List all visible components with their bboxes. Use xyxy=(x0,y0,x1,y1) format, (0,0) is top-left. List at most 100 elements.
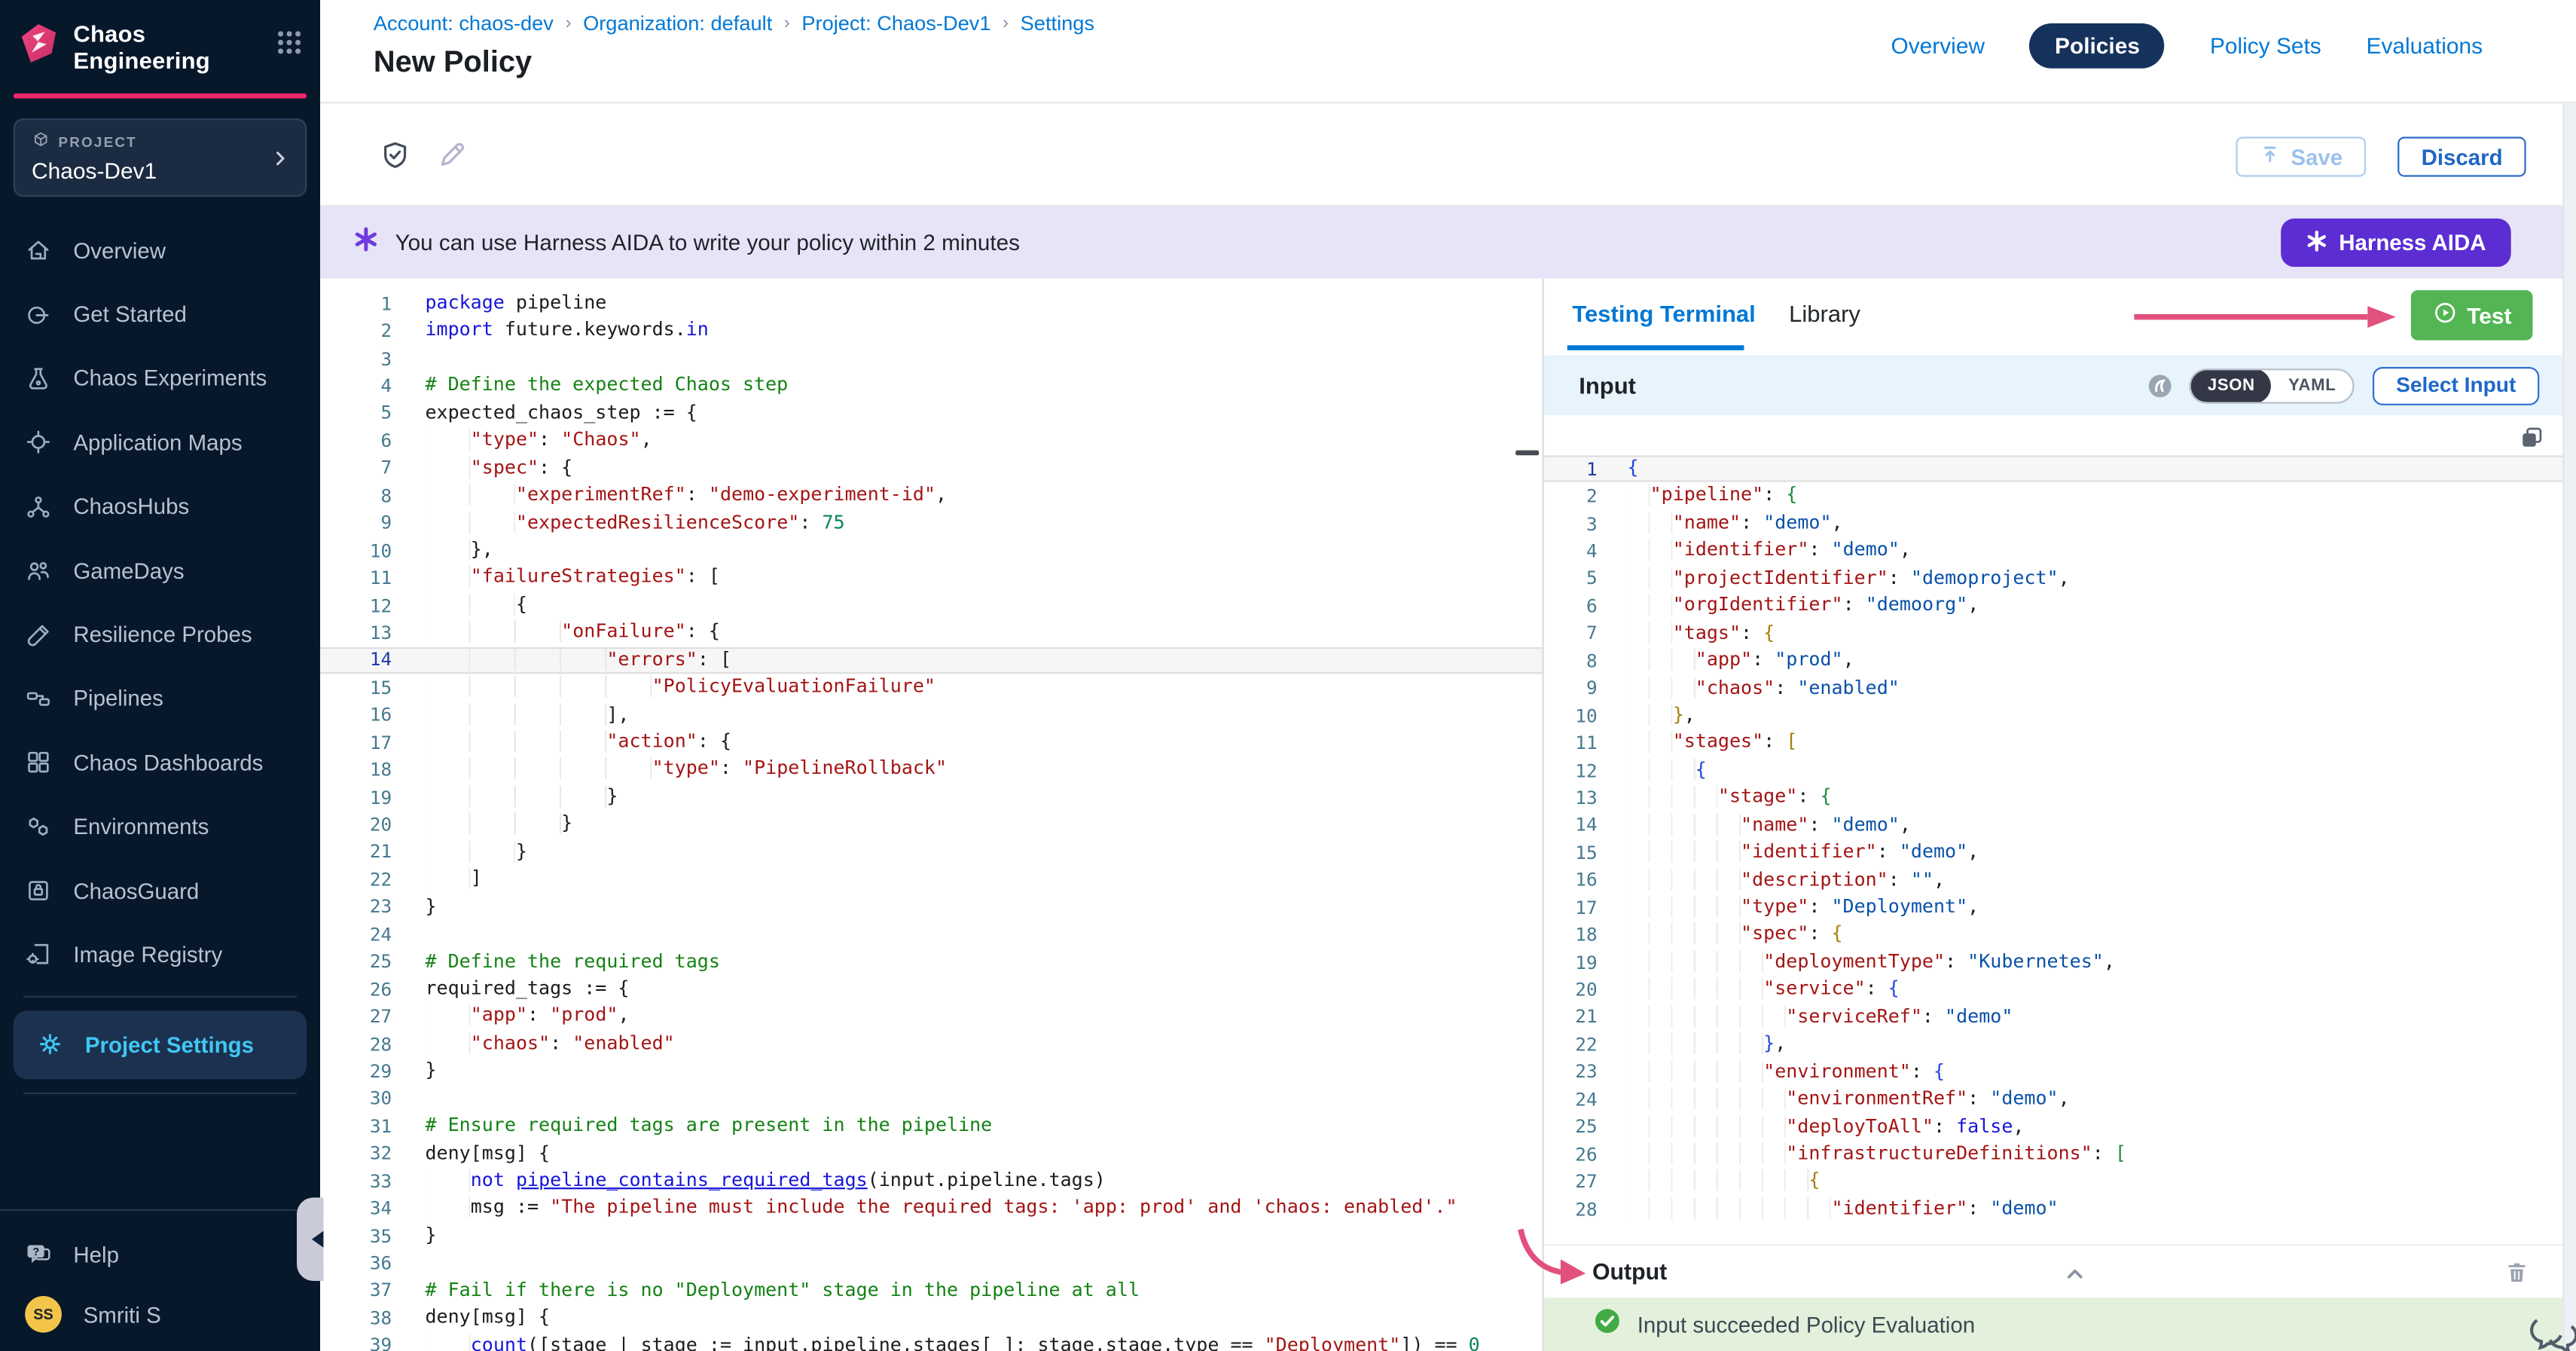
code-line[interactable]: 24 "environmentRef": "demo", xyxy=(1544,1086,2563,1113)
code-line[interactable]: 18 "type": "PipelineRollback" xyxy=(320,756,1543,784)
code-line[interactable]: 5 "projectIdentifier": "demoproject", xyxy=(1544,565,2563,592)
code-line[interactable]: 29} xyxy=(320,1058,1543,1085)
sidebar-item-project-settings[interactable]: Project Settings xyxy=(14,1010,307,1079)
code-line[interactable]: 22 ] xyxy=(320,866,1543,893)
code-line[interactable]: 21 "serviceRef": "demo" xyxy=(1544,1004,2563,1031)
code-line[interactable]: 11 "stages": [ xyxy=(1544,729,2563,756)
code-line[interactable]: 35} xyxy=(320,1222,1543,1249)
code-line[interactable]: 32deny[msg] { xyxy=(320,1140,1543,1167)
tab-testing-terminal[interactable]: Testing Terminal xyxy=(1572,300,1755,326)
breadcrumb-item[interactable]: Settings xyxy=(1021,11,1094,35)
policy-code-editor[interactable]: 1package pipeline2import future.keywords… xyxy=(320,279,1543,1351)
code-line[interactable]: 25 "deployToAll": false, xyxy=(1544,1114,2563,1141)
code-line[interactable]: 10 }, xyxy=(1544,702,2563,729)
code-line[interactable]: 20 } xyxy=(320,811,1543,838)
code-line[interactable]: 20 "service": { xyxy=(1544,977,2563,1004)
code-line[interactable]: 12 { xyxy=(1544,757,2563,784)
code-line[interactable]: 36 xyxy=(320,1250,1543,1277)
code-line[interactable]: 6 "orgIdentifier": "demoorg", xyxy=(1544,592,2563,619)
sidebar-collapse-button[interactable] xyxy=(297,1197,323,1281)
tab-policies[interactable]: Policies xyxy=(2030,23,2165,69)
code-line[interactable]: 1package pipeline xyxy=(320,290,1543,317)
code-line[interactable]: 16 "description": "", xyxy=(1544,867,2563,894)
sidebar-item-chaos-dashboards[interactable]: Chaos Dashboards xyxy=(0,731,320,795)
code-line[interactable]: 28 "identifier": "demo" xyxy=(1544,1196,2563,1223)
code-line[interactable]: 9 "chaos": "enabled" xyxy=(1544,674,2563,701)
code-line[interactable]: 7 "tags": { xyxy=(1544,620,2563,647)
toggle-json[interactable]: JSON xyxy=(2191,368,2272,402)
code-line[interactable]: 34 msg := "The pipeline must include the… xyxy=(320,1195,1543,1222)
sidebar-item-chaos-experiments[interactable]: Chaos Experiments xyxy=(0,347,320,411)
tab-policy-sets[interactable]: Policy Sets xyxy=(2210,33,2321,58)
code-line[interactable]: 2import future.keywords.in xyxy=(320,318,1543,345)
breadcrumb-item[interactable]: Project: Chaos-Dev1 xyxy=(801,11,990,35)
tab-evaluations[interactable]: Evaluations xyxy=(2367,33,2483,58)
harness-aida-button[interactable]: Harness AIDA xyxy=(2281,219,2511,267)
code-line[interactable]: 26 "infrastructureDefinitions": [ xyxy=(1544,1141,2563,1168)
code-line[interactable]: 4 "identifier": "demo", xyxy=(1544,537,2563,564)
code-line[interactable]: 33 not pipeline_contains_required_tags(i… xyxy=(320,1168,1543,1195)
help-button[interactable]: ? Help xyxy=(0,1224,320,1285)
code-line[interactable]: 14 "errors": [ xyxy=(320,646,1543,674)
shield-check-icon[interactable] xyxy=(380,140,411,170)
input-json-editor[interactable]: 1{2 "pipeline": {3 "name": "demo",4 "ide… xyxy=(1544,415,2563,1244)
code-line[interactable]: 27 { xyxy=(1544,1168,2563,1195)
code-line[interactable]: 15 "identifier": "demo", xyxy=(1544,839,2563,867)
code-line[interactable]: 13 "stage": { xyxy=(1544,784,2563,812)
sidebar-item-image-registry[interactable]: Image Registry xyxy=(0,923,320,987)
code-line[interactable]: 3 xyxy=(320,345,1543,372)
code-line[interactable]: 39 count([stage | stage := input.pipelin… xyxy=(320,1332,1543,1351)
breadcrumb-item[interactable]: Account: chaos-dev xyxy=(374,11,554,35)
code-line[interactable]: 17 "type": "Deployment", xyxy=(1544,894,2563,921)
code-line[interactable]: 38deny[msg] { xyxy=(320,1304,1543,1331)
sidebar-item-resilience-probes[interactable]: Resilience Probes xyxy=(0,603,320,667)
code-line[interactable]: 9 "expectedResilienceScore": 75 xyxy=(320,509,1543,536)
collapse-output-icon[interactable] xyxy=(2062,1261,2087,1285)
code-line[interactable]: 26required_tags := { xyxy=(320,976,1543,1003)
split-drag-handle[interactable] xyxy=(1515,451,1539,456)
code-line[interactable]: 8 "app": "prod", xyxy=(1544,647,2563,674)
format-toggle[interactable]: JSON YAML xyxy=(2190,368,2355,402)
toggle-yaml[interactable]: YAML xyxy=(2272,368,2353,402)
code-line[interactable]: 11 "failureStrategies": [ xyxy=(320,564,1543,591)
code-line[interactable]: 30 xyxy=(320,1085,1543,1112)
code-line[interactable]: 19 } xyxy=(320,784,1543,811)
tab-overview[interactable]: Overview xyxy=(1891,33,1985,58)
tab-library[interactable]: Library xyxy=(1789,300,1860,326)
sidebar-item-pipelines[interactable]: Pipelines xyxy=(0,667,320,731)
sidebar-item-application-maps[interactable]: Application Maps xyxy=(0,411,320,475)
sidebar-item-get-started[interactable]: Get Started xyxy=(0,283,320,347)
code-line[interactable]: 3 "name": "demo", xyxy=(1544,510,2563,537)
code-line[interactable]: 14 "name": "demo", xyxy=(1544,812,2563,839)
code-line[interactable]: 27 "app": "prod", xyxy=(320,1003,1543,1030)
code-line[interactable]: 18 "spec": { xyxy=(1544,922,2563,949)
code-line[interactable]: 10 }, xyxy=(320,537,1543,564)
module-grid-icon[interactable] xyxy=(275,29,304,66)
code-line[interactable]: 12 { xyxy=(320,591,1543,619)
code-line[interactable]: 21 } xyxy=(320,839,1543,866)
code-line[interactable]: 6 "type": "Chaos", xyxy=(320,427,1543,454)
code-line[interactable]: 19 "deploymentType": "Kubernetes", xyxy=(1544,949,2563,976)
code-line[interactable]: 5expected_chaos_step := { xyxy=(320,400,1543,427)
code-line[interactable]: 37# Fail if there is no "Deployment" sta… xyxy=(320,1277,1543,1304)
discard-button[interactable]: Discard xyxy=(2398,137,2526,177)
code-line[interactable]: 4# Define the expected Chaos step xyxy=(320,372,1543,399)
support-chat-icon[interactable] xyxy=(2528,1311,2576,1351)
sidebar-item-chaoshubs[interactable]: ChaosHubs xyxy=(0,475,320,539)
code-line[interactable]: 24 xyxy=(320,921,1543,948)
code-line[interactable]: 23} xyxy=(320,894,1543,921)
user-menu[interactable]: SS Smriti S xyxy=(0,1284,320,1344)
sidebar-item-environments[interactable]: Environments xyxy=(0,795,320,859)
project-selector[interactable]: PROJECT Chaos-Dev1 xyxy=(14,118,307,197)
code-line[interactable]: 22 }, xyxy=(1544,1031,2563,1058)
code-line[interactable]: 17 "action": { xyxy=(320,729,1543,756)
code-line[interactable]: 8 "experimentRef": "demo-experiment-id", xyxy=(320,482,1543,509)
code-line[interactable]: 25# Define the required tags xyxy=(320,948,1543,975)
sidebar-item-chaosguard[interactable]: ChaosGuard xyxy=(0,859,320,923)
code-line[interactable]: 31# Ensure required tags are present in … xyxy=(320,1113,1543,1140)
code-line[interactable]: 16 ], xyxy=(320,701,1543,729)
save-button[interactable]: Save xyxy=(2236,137,2366,177)
code-line[interactable]: 23 "environment": { xyxy=(1544,1059,2563,1086)
code-line[interactable]: 15 "PolicyEvaluationFailure" xyxy=(320,674,1543,701)
test-button[interactable]: Test xyxy=(2411,290,2533,340)
